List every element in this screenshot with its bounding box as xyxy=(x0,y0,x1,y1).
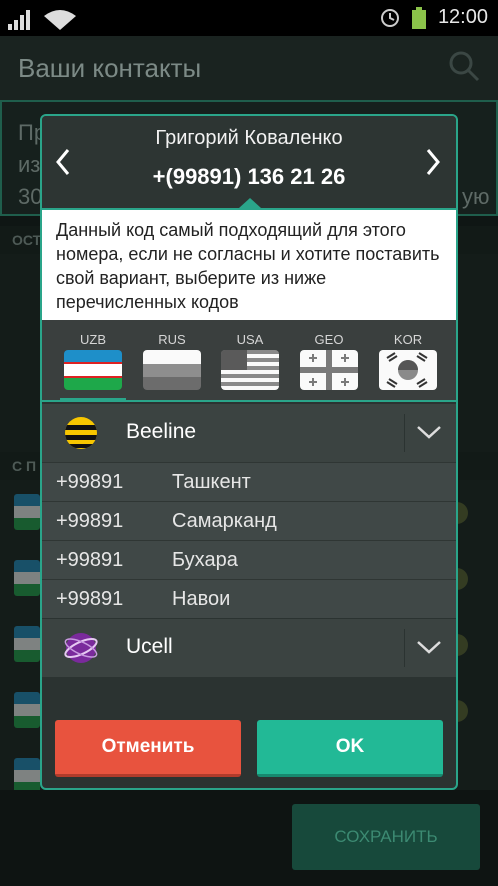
code-value: +99891 xyxy=(56,471,124,493)
status-bar: 12:00 xyxy=(0,0,498,36)
code-row[interactable]: +99891 Ташкент xyxy=(42,462,456,501)
contact-header: Григорий Коваленко +(99891) 136 21 26 xyxy=(42,116,456,208)
code-value: +99891 xyxy=(56,510,124,532)
signal-icon xyxy=(8,10,76,30)
russia-flag-icon xyxy=(143,350,201,390)
tab-label: KOR xyxy=(393,332,423,347)
action-bar: Ваши контакты xyxy=(0,36,498,100)
page-title: Ваши контакты xyxy=(18,53,202,83)
tabs-divider xyxy=(42,400,456,402)
city-name: Ташкент xyxy=(172,471,251,493)
usa-flag-icon xyxy=(221,350,279,390)
battery-icon xyxy=(412,6,427,29)
flag-icon xyxy=(14,560,40,596)
contact-phone: +(99891) 136 21 26 xyxy=(152,164,346,189)
country-tabs: UZB RUS USA GEO KOR xyxy=(42,320,456,402)
code-value: +99891 xyxy=(56,549,124,571)
code-row[interactable]: +99891 Навои xyxy=(42,579,456,618)
status-right: 12:00 xyxy=(379,6,488,29)
ucell-logo-icon xyxy=(64,633,98,663)
save-button[interactable]: СОХРАНИТЬ xyxy=(292,804,480,870)
tab-rus[interactable]: RUS xyxy=(133,320,211,402)
korea-flag-icon xyxy=(379,350,437,390)
cancel-button[interactable]: Отменить xyxy=(55,720,241,777)
banner-fragment: из xyxy=(18,152,41,177)
tab-label: RUS xyxy=(158,332,186,347)
previous-contact-icon[interactable] xyxy=(52,146,74,178)
signal-icons xyxy=(8,8,78,35)
search-icon[interactable] xyxy=(448,50,480,82)
flag-icon xyxy=(14,626,40,662)
tab-label: UZB xyxy=(80,332,106,347)
divider xyxy=(404,629,405,667)
code-value: +99891 xyxy=(56,588,124,610)
tab-uzb[interactable]: UZB xyxy=(54,320,132,402)
chevron-down-icon[interactable] xyxy=(416,639,442,655)
code-select-dialog: Григорий Коваленко +(99891) 136 21 26 Да… xyxy=(40,114,458,790)
flag-icon xyxy=(14,494,40,530)
contact-name: Григорий Коваленко xyxy=(155,127,343,149)
status-time: 12:00 xyxy=(437,6,488,29)
section-label: ОСТ xyxy=(12,232,42,248)
banner-fragment: 30 xyxy=(18,184,43,209)
next-contact-icon[interactable] xyxy=(422,146,444,178)
alarm-icon xyxy=(380,8,399,27)
description-text: Данный код самый подходящий для этого но… xyxy=(56,220,440,312)
uzbekistan-flag-icon xyxy=(64,350,122,390)
divider xyxy=(404,414,405,452)
section-label: С П xyxy=(12,458,37,474)
operator-beeline[interactable]: Beeline xyxy=(42,404,456,462)
operator-name: Beeline xyxy=(126,420,197,443)
tab-geo[interactable]: GEO xyxy=(290,320,368,402)
flag-icon xyxy=(14,692,40,728)
tab-kor[interactable]: KOR xyxy=(369,320,447,402)
description-box: Данный код самый подходящий для этого но… xyxy=(42,208,456,320)
city-name: Навои xyxy=(172,588,231,610)
georgia-flag-icon xyxy=(300,350,358,390)
city-name: Самарканд xyxy=(172,510,277,532)
tab-label: GEO xyxy=(314,332,344,347)
beeline-logo-icon xyxy=(65,417,97,449)
banner-fragment: ую xyxy=(462,184,490,209)
tab-usa[interactable]: USA xyxy=(211,320,289,402)
operator-ucell[interactable]: Ucell xyxy=(42,619,456,677)
city-name: Бухара xyxy=(172,549,238,571)
flag-icon xyxy=(14,758,40,794)
operator-name: Ucell xyxy=(126,635,173,658)
tab-label: USA xyxy=(236,332,264,347)
code-row[interactable]: +99891 Самарканд xyxy=(42,501,456,540)
ok-button[interactable]: OK xyxy=(257,720,443,777)
chevron-down-icon[interactable] xyxy=(416,424,442,440)
code-row[interactable]: +99891 Бухара xyxy=(42,540,456,579)
pointer-triangle xyxy=(239,198,261,208)
